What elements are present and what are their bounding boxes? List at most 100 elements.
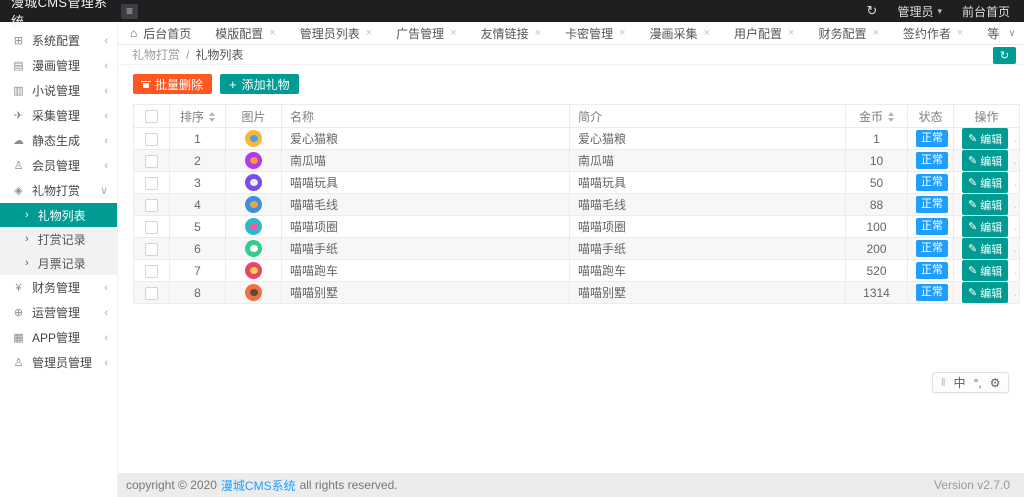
cell-order: 8	[170, 282, 226, 304]
sidebar-item-5[interactable]: ☁静态生成‹	[0, 128, 117, 153]
batch-delete-button[interactable]: 批量删除	[133, 74, 212, 94]
sidebar-subitem-月票记录[interactable]: ›月票记录	[0, 251, 117, 275]
more-actions[interactable]: …	[1013, 219, 1019, 233]
page-refresh-button[interactable]: ↻	[993, 47, 1016, 64]
edit-pencil-icon: ✎	[968, 176, 977, 189]
hamburger-icon[interactable]: ≡	[121, 4, 138, 19]
gear-icon[interactable]: ⚙	[990, 376, 1001, 390]
close-icon[interactable]: ×	[957, 27, 963, 39]
table-header-row: 排序 图片 名称 简介 金币 状态 操作	[134, 105, 1020, 128]
sidebar-item-1[interactable]: ⊞系统配置‹	[0, 28, 117, 53]
chevron-collapsed-icon: ‹	[104, 35, 108, 47]
edit-button[interactable]: ✎编辑	[962, 260, 1008, 281]
sort-coins-icon[interactable]	[888, 112, 894, 122]
close-icon[interactable]: ×	[704, 27, 710, 39]
sidebar-item-label: 静态生成	[32, 132, 97, 149]
sidebar-item-10[interactable]: ▦APP管理‹	[0, 325, 117, 350]
ime-grip-icon[interactable]: ‖	[941, 377, 946, 389]
edit-pencil-icon: ✎	[968, 154, 977, 167]
tab-item-7[interactable]: 用户配置×	[722, 22, 806, 44]
gift-image	[245, 130, 262, 147]
ime-punct-icon[interactable]: °,	[974, 376, 982, 390]
tab-item-4[interactable]: 友情链接×	[469, 22, 553, 44]
tab-item-9[interactable]: 签约作者×	[891, 22, 975, 44]
row-checkbox[interactable]	[145, 133, 158, 146]
sidebar-item-7[interactable]: ◈礼物打赏∨	[0, 178, 117, 203]
chevron-collapsed-icon: ‹	[104, 332, 108, 344]
select-all-checkbox[interactable]	[145, 110, 158, 123]
edit-button[interactable]: ✎编辑	[962, 216, 1008, 237]
user-menu[interactable]: 管理员 ▾	[897, 3, 942, 20]
cell-desc: 喵喵手纸	[570, 238, 846, 260]
tab-item-2[interactable]: 管理员列表×	[288, 22, 384, 44]
breadcrumb: 礼物打赏 / 礼物列表 ↻	[118, 45, 1024, 65]
cell-checkbox	[134, 194, 170, 216]
sidebar-subitem-label: 月票记录	[38, 255, 86, 272]
gift-image-detail	[250, 267, 258, 274]
edit-pencil-icon: ✎	[968, 220, 977, 233]
sidebar-subitem-打赏记录[interactable]: ›打赏记录	[0, 227, 117, 251]
edit-button[interactable]: ✎编辑	[962, 194, 1008, 215]
close-icon[interactable]: ×	[619, 27, 625, 39]
tab-home[interactable]: ⌂ 后台首页	[118, 22, 203, 44]
tab-item-3[interactable]: 广告管理×	[384, 22, 468, 44]
more-actions[interactable]: …	[1013, 131, 1019, 145]
row-checkbox[interactable]	[145, 287, 158, 300]
sidebar-item-8[interactable]: ¥财务管理‹	[0, 275, 117, 300]
add-gift-button[interactable]: + 添加礼物	[220, 74, 299, 94]
tab-item-1[interactable]: 模版配置×	[203, 22, 287, 44]
sidebar-item-3[interactable]: ▥小说管理‹	[0, 78, 117, 103]
close-icon[interactable]: ×	[450, 27, 456, 39]
edit-button[interactable]: ✎编辑	[962, 282, 1008, 303]
edit-button[interactable]: ✎编辑	[962, 150, 1008, 171]
sidebar-item-11[interactable]: ♙管理员管理‹	[0, 350, 117, 375]
close-icon[interactable]: ×	[788, 27, 794, 39]
row-checkbox[interactable]	[145, 155, 158, 168]
close-icon[interactable]: ×	[872, 27, 878, 39]
edit-button[interactable]: ✎编辑	[962, 172, 1008, 193]
sub-arrow-icon: ›	[25, 209, 29, 221]
toolbar: 批量删除 + 添加礼物	[133, 74, 1009, 94]
more-actions[interactable]: …	[1013, 285, 1019, 299]
edit-button[interactable]: ✎编辑	[962, 238, 1008, 259]
more-actions[interactable]: …	[1013, 153, 1019, 167]
more-actions[interactable]: …	[1013, 263, 1019, 277]
tab-item-10[interactable]: 等待认证×	[975, 22, 999, 44]
tab-item-8[interactable]: 财务配置×	[806, 22, 890, 44]
sidebar-item-label: 运营管理	[32, 304, 97, 321]
tab-item-6[interactable]: 漫画采集×	[638, 22, 722, 44]
sort-order-icon[interactable]	[209, 112, 215, 122]
more-actions[interactable]: …	[1013, 175, 1019, 189]
edit-button[interactable]: ✎编辑	[962, 128, 1008, 149]
sidebar-subitem-礼物列表[interactable]: ›礼物列表	[0, 203, 117, 227]
gift-icon: ◈	[12, 184, 25, 197]
cell-ops: ✎编辑 …	[954, 282, 1020, 304]
sidebar-item-6[interactable]: ♙会员管理‹	[0, 153, 117, 178]
frontend-home-link[interactable]: 前台首页	[962, 3, 1010, 20]
ime-lang-indicator[interactable]: 中	[954, 374, 966, 391]
footer-cms-link[interactable]: 漫城CMS系统	[221, 477, 296, 494]
tab-overflow-chevron-icon[interactable]: ∨	[999, 22, 1024, 44]
row-checkbox[interactable]	[145, 199, 158, 212]
row-checkbox[interactable]	[145, 177, 158, 190]
sidebar-item-2[interactable]: ▤漫画管理‹	[0, 53, 117, 78]
row-checkbox[interactable]	[145, 265, 158, 278]
sidebar-item-9[interactable]: ⊕运营管理‹	[0, 300, 117, 325]
more-actions[interactable]: …	[1013, 241, 1019, 255]
gift-image	[245, 240, 262, 257]
close-icon[interactable]: ×	[366, 27, 372, 39]
more-actions[interactable]: …	[1013, 197, 1019, 211]
finance-icon: ¥	[12, 282, 25, 294]
sidebar-item-4[interactable]: ✈采集管理‹	[0, 103, 117, 128]
refresh-icon[interactable]: ↻	[867, 3, 878, 19]
close-icon[interactable]: ×	[535, 27, 541, 39]
home-icon: ⌂	[130, 26, 137, 40]
row-checkbox[interactable]	[145, 221, 158, 234]
cell-desc: 喵喵毛线	[570, 194, 846, 216]
table-row-8: 8喵喵别墅喵喵别墅1314正常✎编辑…	[134, 282, 1020, 304]
close-icon[interactable]: ×	[269, 27, 275, 39]
cell-pic	[226, 238, 282, 260]
row-checkbox[interactable]	[145, 243, 158, 256]
tab-item-5[interactable]: 卡密管理×	[553, 22, 637, 44]
chevron-collapsed-icon: ‹	[104, 135, 108, 147]
